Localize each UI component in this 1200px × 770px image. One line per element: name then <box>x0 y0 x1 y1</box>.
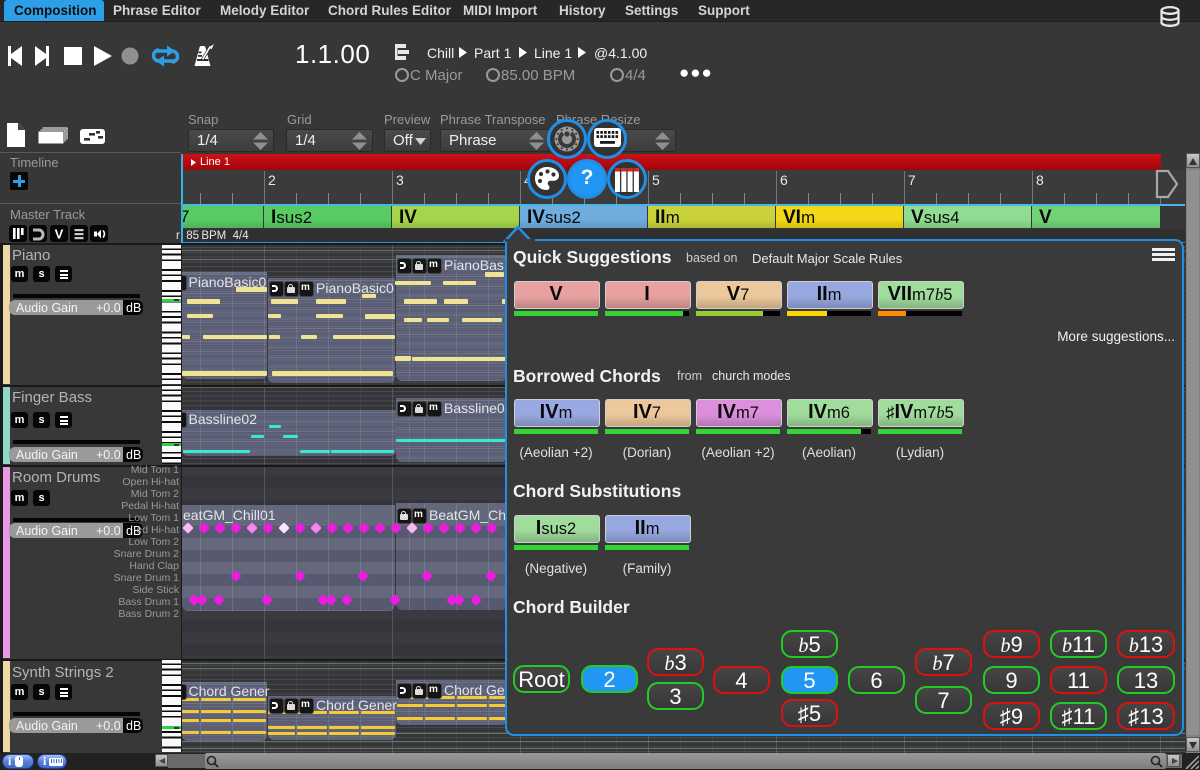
svg-text:V: V <box>55 227 64 242</box>
